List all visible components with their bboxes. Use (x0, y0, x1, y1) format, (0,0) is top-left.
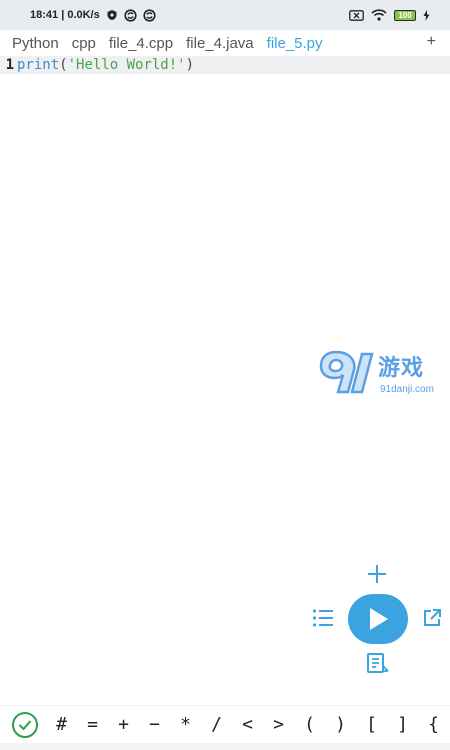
symbol-minus-key[interactable]: − (139, 714, 170, 735)
sync-icon (124, 8, 137, 22)
symbol-less-than-key[interactable]: < (232, 714, 263, 735)
watermark-logo (319, 350, 374, 394)
watermark-url: 91danji.com (380, 384, 434, 395)
symbol-greater-than-key[interactable]: > (263, 714, 294, 735)
symbol-open-brace-key[interactable]: { (418, 714, 449, 735)
symbol-asterisk-key[interactable]: * (170, 714, 201, 735)
add-button[interactable] (365, 562, 389, 591)
shield-icon (106, 9, 118, 21)
document-icon (367, 653, 389, 673)
status-time: 18:41 | 0.0K/s (30, 9, 100, 21)
status-right: 100 (349, 9, 430, 21)
code-string: 'Hello World!' (67, 57, 186, 73)
play-icon (370, 608, 388, 630)
code-paren-close: ) (185, 57, 195, 73)
sync-icon (143, 8, 156, 22)
watermark-text: 游戏 (378, 355, 425, 380)
symbol-close-bracket-key[interactable]: ] (387, 714, 418, 735)
code-paren-open: ( (59, 57, 68, 73)
add-tab-button[interactable]: + (427, 33, 436, 51)
tab-python[interactable]: Python (12, 35, 59, 52)
file-tabs: Python cpp file_4.cpp file_4.java file_5… (0, 30, 450, 56)
status-left: 18:41 | 0.0K/s (30, 8, 156, 22)
wifi-icon (371, 9, 387, 21)
tab-file-4-cpp[interactable]: file_4.cpp (109, 35, 173, 52)
symbol-bar: # = + − * / < > ( ) [ ] { (0, 705, 450, 743)
symbol-plus-key[interactable]: + (108, 714, 139, 735)
document-button[interactable] (366, 652, 390, 679)
symbol-hash-key[interactable]: # (46, 714, 77, 735)
status-bar: 18:41 | 0.0K/s 100 (0, 0, 450, 30)
symbol-open-paren-key[interactable]: ( (294, 714, 325, 735)
symbol-slash-key[interactable]: / (201, 714, 232, 735)
open-external-button[interactable] (422, 608, 442, 633)
check-button[interactable] (12, 711, 38, 738)
symbol-equals-key[interactable]: = (77, 714, 108, 735)
tab-file-4-java[interactable]: file_4.java (186, 35, 254, 52)
charging-bolt-icon (423, 9, 430, 21)
code-line[interactable]: 1 print('Hello World!') (0, 56, 450, 74)
tab-cpp[interactable]: cpp (72, 35, 96, 52)
watermark: 游戏 91danji.com (316, 346, 450, 402)
plus-icon (368, 565, 386, 583)
navigation-bar (0, 743, 450, 750)
sim-x-icon (349, 9, 364, 21)
list-icon (312, 609, 333, 627)
run-button[interactable] (348, 594, 408, 644)
symbol-open-bracket-key[interactable]: [ (356, 714, 387, 735)
code-keyword: print (17, 57, 60, 73)
tab-file-5-py[interactable]: file_5.py (267, 35, 323, 52)
list-button[interactable] (312, 608, 334, 633)
check-icon (18, 719, 32, 730)
open-external-icon (424, 609, 441, 626)
symbol-close-paren-key[interactable]: ) (325, 714, 356, 735)
line-number: 1 (5, 57, 14, 73)
battery-icon: 100 (394, 9, 416, 21)
